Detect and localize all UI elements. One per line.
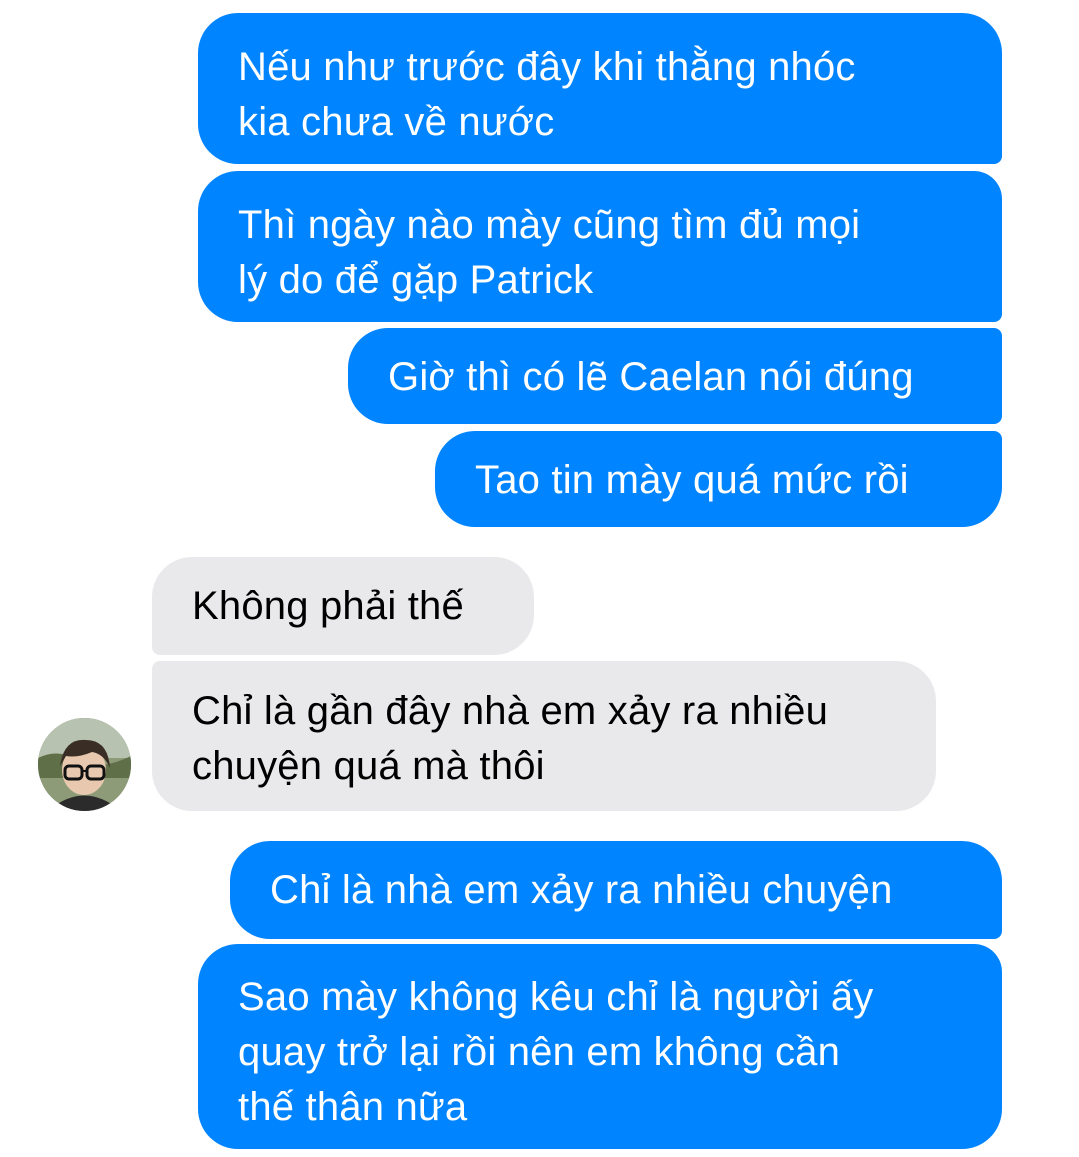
incoming-message-bubble[interactable]: Không phải thế [152, 557, 534, 655]
contact-avatar[interactable] [38, 718, 131, 811]
incoming-message-bubble[interactable]: Chỉ là gần đây nhà em xảy ra nhiều chuyệ… [152, 661, 936, 811]
outgoing-message-bubble[interactable]: Tao tin mày quá mức rồi [435, 431, 1002, 527]
outgoing-message-bubble[interactable]: Thì ngày nào mày cũng tìm đủ mọi lý do đ… [198, 171, 1002, 322]
outgoing-message-bubble[interactable]: Chỉ là nhà em xảy ra nhiều chuyện [230, 841, 1002, 939]
outgoing-message-bubble[interactable]: Sao mày không kêu chỉ là người ấy quay t… [198, 944, 1002, 1149]
message-thread[interactable]: Nếu như trước đây khi thằng nhóc kia chư… [0, 0, 1079, 1157]
outgoing-message-bubble[interactable]: Nếu như trước đây khi thằng nhóc kia chư… [198, 13, 1002, 164]
outgoing-message-bubble[interactable]: Giờ thì có lẽ Caelan nói đúng [348, 328, 1002, 424]
avatar-photo-icon [38, 718, 131, 811]
